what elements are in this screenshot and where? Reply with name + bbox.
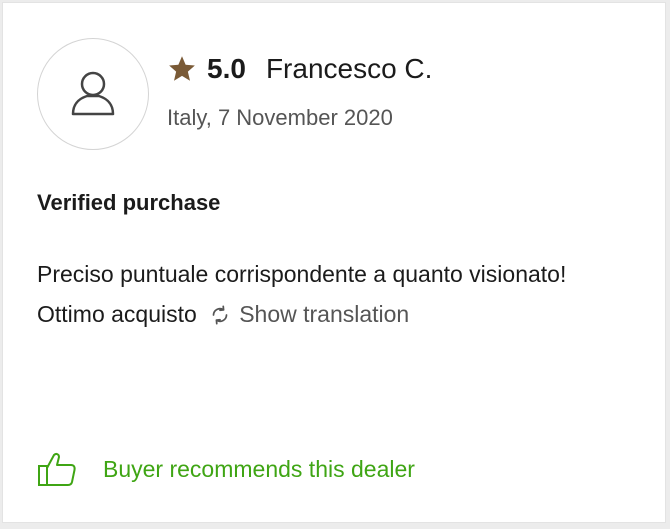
refresh-arrows-icon[interactable] — [207, 302, 233, 328]
verified-purchase-label: Verified purchase — [37, 190, 221, 215]
show-translation-link[interactable]: Show translation — [239, 301, 409, 327]
reviewer-name: Francesco C. — [265, 53, 433, 84]
rating-value: 5.0 — [207, 53, 246, 84]
avatar — [37, 38, 149, 150]
review-meta: Italy, 7 November 2020 — [167, 105, 393, 130]
recommend-label: Buyer recommends this dealer — [103, 455, 415, 482]
buyer-recommends: Buyer recommends this dealer — [37, 451, 415, 487]
star-icon — [169, 56, 195, 81]
review-body: Preciso puntuale corrispondente a quanto… — [37, 254, 637, 334]
thumbs-up-icon — [38, 452, 76, 486]
user-icon — [71, 71, 115, 116]
review-header: 5.0 Francesco C. — [167, 53, 432, 85]
review-card: 5.0 Francesco C. Italy, 7 November 2020 … — [2, 2, 666, 523]
